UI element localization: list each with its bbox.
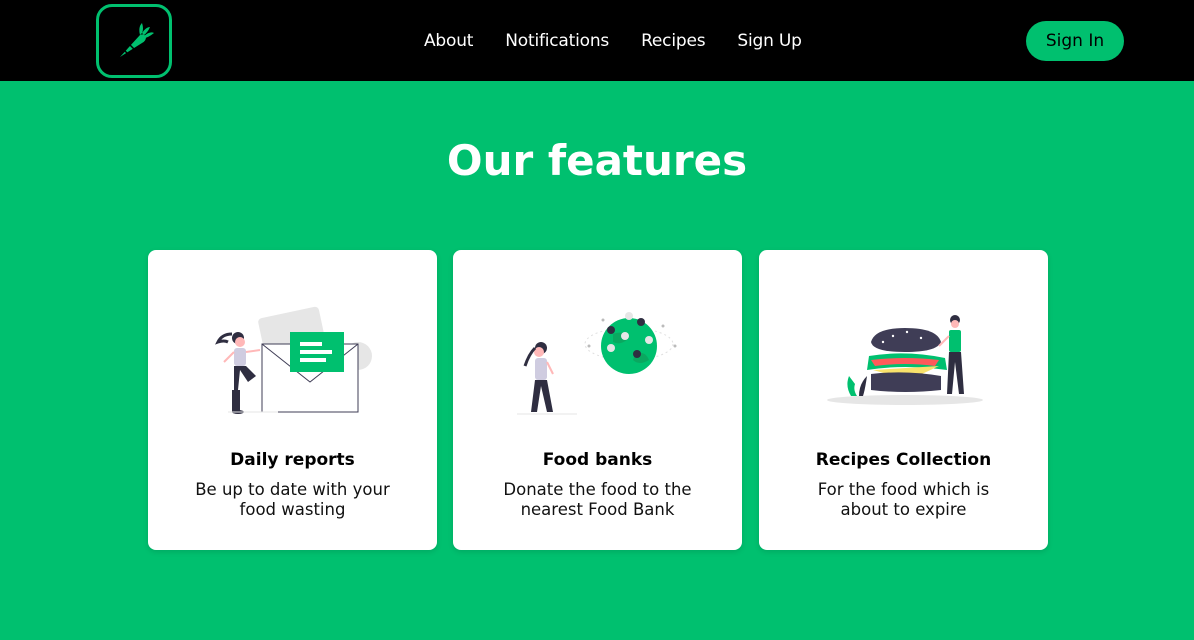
nav-link-notifications[interactable]: Notifications — [505, 31, 609, 51]
card-description: Be up to date with your food wasting — [195, 480, 390, 519]
features-heading: Our features — [446, 136, 748, 185]
navbar: About Notifications Recipes Sign Up Sign… — [0, 0, 1194, 81]
feature-card-recipes-collection: Recipes Collection For the food which is… — [759, 250, 1048, 550]
feature-card-daily-reports: Daily reports Be up to date with your fo… — [148, 250, 437, 550]
card-description: For the food which is about to expire — [817, 480, 990, 519]
card-description: Donate the food to the nearest Food Bank — [503, 480, 692, 519]
logo[interactable] — [96, 4, 172, 78]
carrot-icon — [120, 23, 154, 57]
card-title: Food banks — [542, 450, 653, 470]
burger-illustration — [827, 315, 983, 405]
nav-link-recipes[interactable]: Recipes — [641, 31, 705, 51]
nav-links: About Notifications Recipes Sign Up — [424, 0, 802, 81]
card-title: Daily reports — [230, 450, 355, 470]
envelope-report-illustration — [215, 306, 372, 414]
card-title: Recipes Collection — [815, 450, 992, 470]
sign-in-button[interactable]: Sign In — [1026, 21, 1124, 61]
globe-map-illustration — [517, 312, 677, 415]
feature-card-food-banks: Food banks Donate the food to the neares… — [453, 250, 742, 550]
nav-link-about[interactable]: About — [424, 31, 473, 51]
nav-link-sign-up[interactable]: Sign Up — [737, 31, 802, 51]
